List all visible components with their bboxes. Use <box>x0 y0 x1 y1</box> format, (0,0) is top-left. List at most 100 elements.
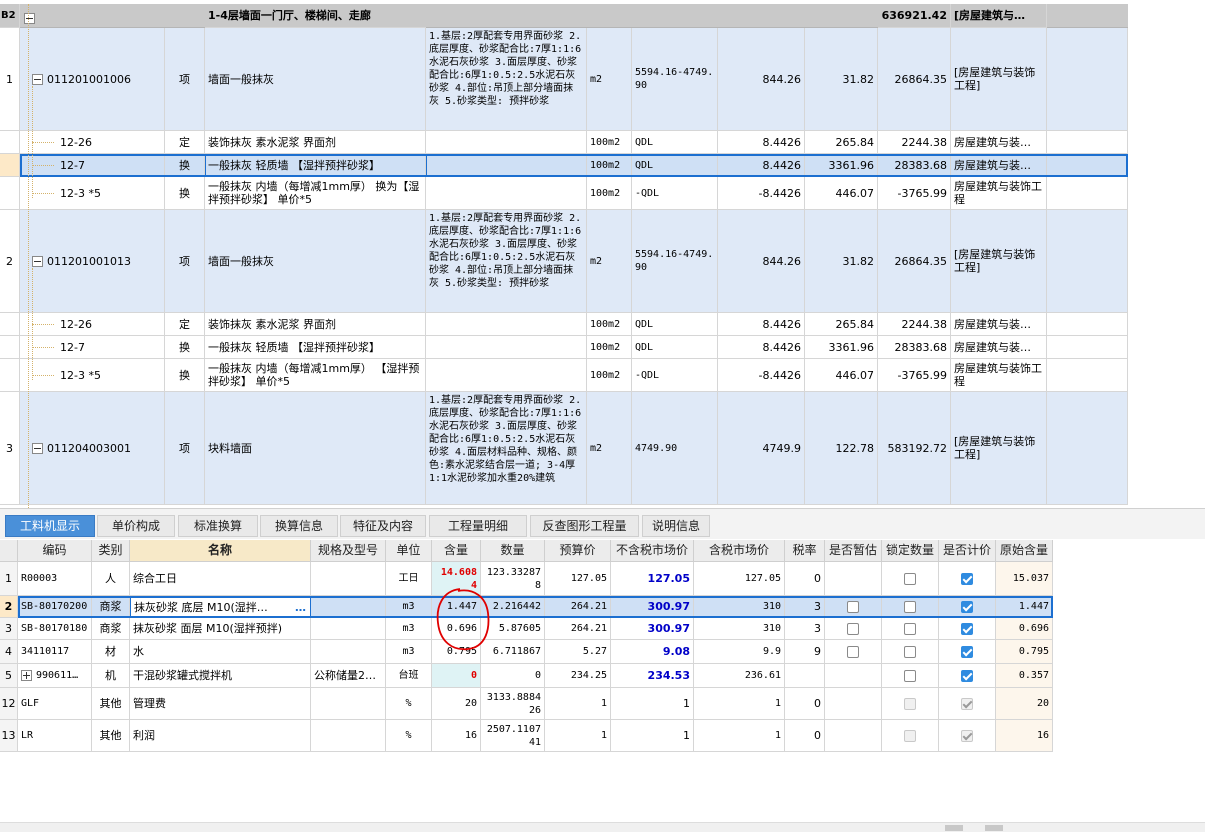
tempest-checkbox[interactable] <box>847 622 859 635</box>
column-header[interactable]: 锁定数量 <box>882 540 939 562</box>
tab-0[interactable]: 工料机显示 <box>5 515 95 537</box>
collapse-toggle[interactable] <box>32 442 43 454</box>
priced-checkbox[interactable] <box>961 622 973 635</box>
lock-checkbox[interactable] <box>904 669 916 682</box>
lock-checkbox[interactable] <box>904 645 916 658</box>
tab-2[interactable]: 标准换算 <box>178 515 258 537</box>
row-number: 4 <box>0 640 18 664</box>
upper-features-cell[interactable]: 1.基层:2厚配套专用界面砂浆 2.底层厚度、砂浆配合比:7厚1:1:6水泥石灰… <box>426 28 587 131</box>
upper-category-cell: [房屋建筑与装饰工程] <box>951 28 1047 131</box>
upper-name-cell[interactable]: 墙面一般抹灰 <box>205 28 426 131</box>
horizontal-scrollbar[interactable] <box>0 822 1205 832</box>
upper-features-cell[interactable] <box>426 336 587 359</box>
lock-checkbox <box>904 729 916 742</box>
upper-name-cell[interactable]: 一般抹灰 内墙（每增减1mm厚） 【湿拌预拌砂浆】 单价*5 <box>205 359 426 392</box>
tab-1[interactable]: 单价构成 <box>97 515 175 537</box>
tab-7[interactable]: 说明信息 <box>642 515 710 537</box>
upper-name-cell[interactable]: 一般抹灰 轻质墙 【湿拌预拌砂浆】 <box>205 154 426 177</box>
upper-name-cell[interactable]: 墙面一般抹灰 <box>205 210 426 313</box>
upper-features-cell[interactable] <box>426 131 587 154</box>
resource-name-cell[interactable]: 干混砂浆罐式搅拌机 <box>130 664 311 688</box>
resource-name-cell[interactable]: 管理费 <box>130 688 311 720</box>
upper-features-cell[interactable] <box>426 313 587 336</box>
column-header[interactable]: 数量 <box>481 540 545 562</box>
column-header[interactable]: 是否暂估 <box>825 540 882 562</box>
collapse-toggle[interactable] <box>32 255 43 267</box>
upper-features-cell[interactable]: 1.基层:2厚配套专用界面砂浆 2.底层厚度、砂浆配合比:7厚1:1:6水泥石灰… <box>426 210 587 313</box>
column-header[interactable]: 税率 <box>785 540 825 562</box>
upper-name-cell[interactable]: 一般抹灰 轻质墙 【湿拌预拌砂浆】 <box>205 336 426 359</box>
resource-name-cell[interactable]: 水 <box>130 640 311 664</box>
column-header[interactable]: 含量 <box>432 540 481 562</box>
resource-name-cell[interactable]: 利润 <box>130 720 311 752</box>
lock-checkbox[interactable] <box>904 622 916 635</box>
upper-features-cell[interactable] <box>426 359 587 392</box>
priced-checkbox[interactable] <box>961 572 973 585</box>
priced-checkbox[interactable] <box>961 669 973 682</box>
scroll-thumb[interactable] <box>945 825 963 831</box>
resource-content-cell[interactable]: 16 <box>432 720 481 752</box>
resource-qty-cell[interactable]: 3133.888426 <box>481 688 545 720</box>
upper-price-cell: 446.07 <box>805 177 878 210</box>
tab-5[interactable]: 工程量明细 <box>429 515 527 537</box>
column-header[interactable]: 预算价 <box>545 540 611 562</box>
upper-unit-cell: m2 <box>587 28 632 131</box>
row-number: 2 <box>0 596 18 618</box>
upper-expr-cell: -QDL <box>632 177 718 210</box>
upper-name-cell[interactable]: 装饰抹灰 素水泥浆 界面剂 <box>205 131 426 154</box>
tab-3[interactable]: 换算信息 <box>260 515 338 537</box>
priced-checkbox[interactable] <box>961 600 973 613</box>
column-header[interactable]: 含税市场价 <box>694 540 785 562</box>
resource-name-cell[interactable]: 抹灰砂浆 底层 M10(湿拌…… <box>130 596 311 618</box>
item-code: 12-3 *5 <box>60 368 101 382</box>
tree-line <box>28 4 29 508</box>
resource-qty-cell[interactable]: 0 <box>481 664 545 688</box>
resource-qty-cell[interactable]: 2507.110741 <box>481 720 545 752</box>
upper-expr-cell: QDL <box>632 131 718 154</box>
column-header[interactable]: 类别 <box>92 540 130 562</box>
upper-unit-cell: 100m2 <box>587 313 632 336</box>
upper-name-cell[interactable]: 块料墙面 <box>205 392 426 505</box>
resource-orig-cell: 20 <box>996 688 1053 720</box>
column-header[interactable]: 原始含量 <box>996 540 1053 562</box>
lock-checkbox[interactable] <box>904 572 916 585</box>
column-header[interactable]: 不含税市场价 <box>611 540 694 562</box>
scroll-arrow[interactable] <box>985 825 1003 831</box>
resource-mkt_ex-cell: 1 <box>611 720 694 752</box>
resource-name-cell[interactable]: 综合工日 <box>130 562 311 596</box>
priced-checkbox <box>961 729 973 742</box>
upper-price-cell: 31.82 <box>805 210 878 313</box>
row-number: 3 <box>0 392 20 505</box>
upper-features-cell[interactable]: 1.基层:2厚配套专用界面砂浆 2.底层厚度、砂浆配合比:7厚1:1:6水泥石灰… <box>426 392 587 505</box>
lock-cell <box>882 618 939 640</box>
expand-toggle[interactable] <box>21 670 32 681</box>
column-header[interactable]: 规格及型号 <box>311 540 386 562</box>
collapse-toggle[interactable] <box>24 11 35 24</box>
resource-unit-cell: m3 <box>386 596 432 618</box>
tempest-checkbox[interactable] <box>847 645 859 658</box>
column-header[interactable]: 编码 <box>18 540 92 562</box>
upper-price-cell: 3361.96 <box>805 336 878 359</box>
column-header[interactable]: 名称 <box>130 540 311 562</box>
priced-cell <box>939 618 996 640</box>
row-number: 13 <box>0 720 18 752</box>
priced-cell <box>939 596 996 618</box>
upper-name-cell[interactable]: 装饰抹灰 素水泥浆 界面剂 <box>205 313 426 336</box>
collapse-toggle[interactable] <box>32 73 43 85</box>
column-header[interactable]: 是否计价 <box>939 540 996 562</box>
resource-content-cell[interactable]: 0 <box>432 664 481 688</box>
lock-checkbox[interactable] <box>904 600 916 613</box>
resource-name-cell[interactable]: 抹灰砂浆 面层 M10(湿拌预拌) <box>130 618 311 640</box>
upper-features-cell[interactable] <box>426 154 587 177</box>
upper-name-cell[interactable]: 一般抹灰 内墙（每增减1mm厚） 换为【湿拌预拌砂浆】 单价*5 <box>205 177 426 210</box>
resource-content-cell[interactable]: 20 <box>432 688 481 720</box>
tab-4[interactable]: 特征及内容 <box>340 515 426 537</box>
tab-6[interactable]: 反查图形工程量 <box>530 515 639 537</box>
upper-features-cell[interactable] <box>426 177 587 210</box>
priced-checkbox[interactable] <box>961 645 973 658</box>
upper-price-cell: 265.84 <box>805 313 878 336</box>
section-total: 636921.42 <box>878 4 951 28</box>
browse-button[interactable]: … <box>295 601 306 614</box>
tempest-checkbox[interactable] <box>847 600 859 613</box>
column-header[interactable]: 单位 <box>386 540 432 562</box>
